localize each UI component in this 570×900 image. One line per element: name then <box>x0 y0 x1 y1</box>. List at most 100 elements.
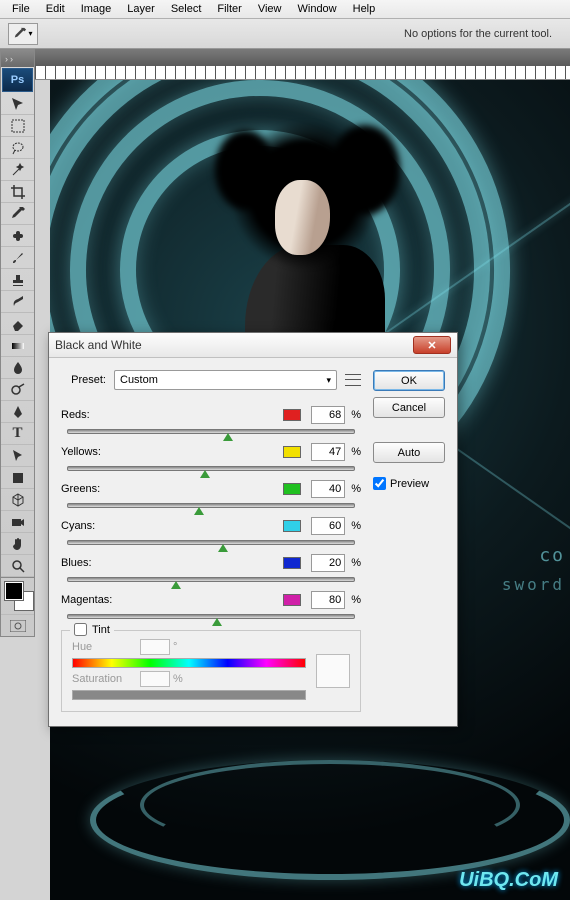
watermark: UiBQ.CoM <box>459 869 558 892</box>
eyedropper-tool[interactable] <box>1 203 34 225</box>
tint-checkbox[interactable] <box>74 623 87 636</box>
type-tool[interactable]: T <box>1 423 34 445</box>
move-tool[interactable] <box>1 93 34 115</box>
eraser-tool[interactable] <box>1 313 34 335</box>
percent-symbol: % <box>351 446 361 458</box>
cancel-button[interactable]: Cancel <box>373 397 445 418</box>
menu-view[interactable]: View <box>250 0 290 18</box>
menu-image[interactable]: Image <box>73 0 120 18</box>
degree-symbol: ° <box>173 641 177 653</box>
percent-symbol: % <box>173 673 183 685</box>
marquee-tool[interactable] <box>1 115 34 137</box>
menu-help[interactable]: Help <box>345 0 384 18</box>
shape-tool[interactable] <box>1 467 34 489</box>
color-value-input[interactable] <box>311 554 345 572</box>
color-slider[interactable] <box>67 575 355 585</box>
horizontal-ruler <box>35 66 570 80</box>
color-value-input[interactable] <box>311 443 345 461</box>
percent-symbol: % <box>351 409 361 421</box>
hand-tool[interactable] <box>1 533 34 555</box>
color-swatch <box>283 594 301 606</box>
lasso-tool[interactable] <box>1 137 34 159</box>
dialog-title: Black and White <box>55 338 413 352</box>
color-value-input[interactable] <box>311 480 345 498</box>
3d-tool[interactable] <box>1 489 34 511</box>
color-value-input[interactable] <box>311 406 345 424</box>
color-value-input[interactable] <box>311 517 345 535</box>
quick-mask-icon <box>10 620 26 632</box>
color-swatch <box>283 483 301 495</box>
color-swatch <box>283 446 301 458</box>
separator <box>1 577 34 578</box>
preset-value: Custom <box>120 374 158 386</box>
color-slider[interactable] <box>67 464 355 474</box>
dialog-titlebar[interactable]: Black and White ✕ <box>49 333 457 358</box>
saturation-slider <box>72 690 306 700</box>
color-swatch <box>283 557 301 569</box>
color-label: Cyans: <box>61 520 283 532</box>
percent-symbol: % <box>351 520 361 532</box>
color-slider[interactable] <box>67 501 355 511</box>
slider-thumb-icon[interactable] <box>218 544 228 552</box>
gradient-tool[interactable] <box>1 335 34 357</box>
slider-thumb-icon[interactable] <box>212 618 222 626</box>
app-badge: Ps <box>2 68 33 92</box>
preset-label: Preset: <box>61 374 106 386</box>
color-label: Magentas: <box>61 594 283 606</box>
blur-tool[interactable] <box>1 357 34 379</box>
color-swatch <box>283 409 301 421</box>
foreground-color[interactable] <box>5 582 23 600</box>
saturation-label: Saturation <box>72 673 134 685</box>
brush-tool[interactable] <box>1 247 34 269</box>
tool-preset-picker[interactable]: ▾ <box>8 23 38 45</box>
3d-camera-tool[interactable] <box>1 511 34 533</box>
toolbox-grip[interactable]: ›› <box>1 50 34 67</box>
slider-thumb-icon[interactable] <box>200 470 210 478</box>
artwork-text: sword <box>502 575 565 594</box>
color-label: Greens: <box>61 483 283 495</box>
color-label: Yellows: <box>61 446 283 458</box>
color-slider[interactable] <box>67 427 355 437</box>
hue-slider <box>72 658 306 668</box>
menu-bar: File Edit Image Layer Select Filter View… <box>0 0 570 19</box>
preset-dropdown[interactable]: Custom <box>114 370 337 390</box>
slider-thumb-icon[interactable] <box>223 433 233 441</box>
healing-tool[interactable] <box>1 225 34 247</box>
tint-group: Tint Hue° Saturation% <box>61 630 361 712</box>
close-button[interactable]: ✕ <box>413 336 451 354</box>
percent-symbol: % <box>351 557 361 569</box>
hue-label: Hue <box>72 641 134 653</box>
percent-symbol: % <box>351 483 361 495</box>
tint-color-swatch <box>316 654 350 688</box>
slider-thumb-icon[interactable] <box>171 581 181 589</box>
dodge-tool[interactable] <box>1 379 34 401</box>
quick-mask-toggle[interactable] <box>1 614 34 636</box>
menu-select[interactable]: Select <box>163 0 210 18</box>
history-brush-tool[interactable] <box>1 291 34 313</box>
stamp-tool[interactable] <box>1 269 34 291</box>
color-label: Reds: <box>61 409 283 421</box>
ok-button[interactable]: OK <box>373 370 445 391</box>
pen-tool[interactable] <box>1 401 34 423</box>
color-swatches[interactable] <box>5 582 33 610</box>
menu-edit[interactable]: Edit <box>38 0 73 18</box>
preset-menu-icon[interactable] <box>345 372 361 388</box>
auto-button[interactable]: Auto <box>373 442 445 463</box>
close-icon: ✕ <box>427 339 436 352</box>
zoom-tool[interactable] <box>1 555 34 577</box>
preview-checkbox[interactable] <box>373 477 386 490</box>
percent-symbol: % <box>351 594 361 606</box>
menu-file[interactable]: File <box>4 0 38 18</box>
menu-layer[interactable]: Layer <box>119 0 163 18</box>
slider-thumb-icon[interactable] <box>194 507 204 515</box>
wand-tool[interactable] <box>1 159 34 181</box>
color-slider[interactable] <box>67 538 355 548</box>
saturation-input <box>140 671 170 687</box>
menu-filter[interactable]: Filter <box>209 0 249 18</box>
color-value-input[interactable] <box>311 591 345 609</box>
menu-window[interactable]: Window <box>290 0 345 18</box>
black-and-white-dialog: Black and White ✕ Preset: Custom Reds: %… <box>48 332 458 727</box>
path-select-tool[interactable] <box>1 445 34 467</box>
color-slider[interactable] <box>67 612 355 622</box>
crop-tool[interactable] <box>1 181 34 203</box>
